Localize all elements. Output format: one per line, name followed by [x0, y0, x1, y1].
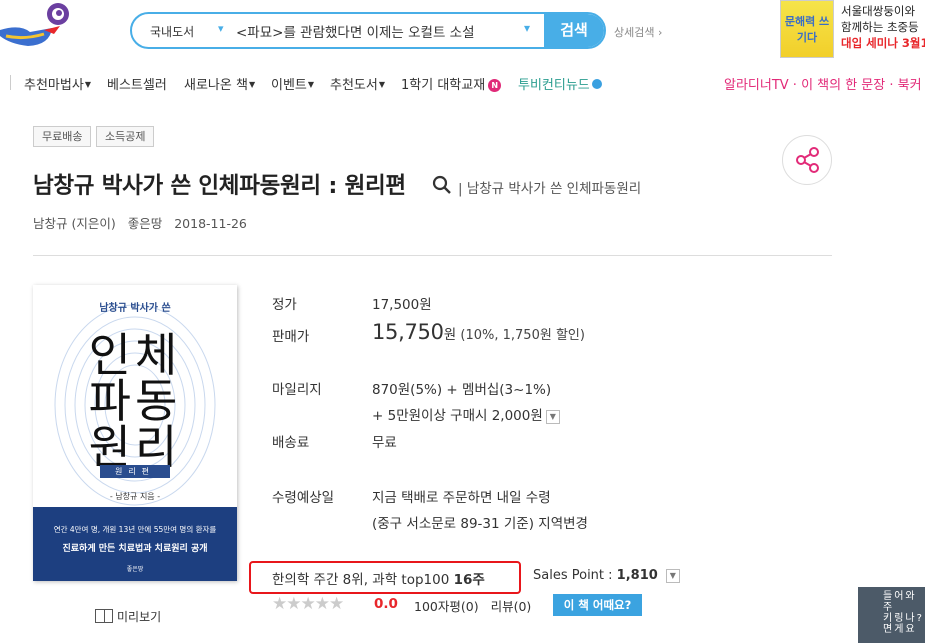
sale-price-label: 판매가 [272, 329, 310, 345]
nav-item-tobecontinued[interactable]: 투비컨티뉴드 [518, 74, 602, 93]
sales-point-expand-icon[interactable]: ▼ [665, 569, 680, 583]
cover-blurb1: 연간 4만여 명, 개원 13년 만에 55만여 명의 환자를 [53, 525, 217, 534]
delivery-label: 수령예상일 [272, 490, 335, 506]
divider [33, 255, 832, 256]
tag-free-shipping[interactable]: 무료배송 [33, 126, 92, 147]
cover-subtitle: 원리편 [100, 465, 170, 478]
ad-book-cover[interactable]: 문해력 쓰기다 [780, 0, 834, 58]
star-rating: ★★★★★ [272, 594, 344, 614]
search-icon[interactable] [432, 175, 452, 195]
mileage-label: 마일리지 [272, 382, 322, 398]
cover-author: - 남창규 지음 - [109, 492, 161, 501]
cover-bottom-band: 연간 4만여 명, 개원 13년 만에 55만여 명의 환자를 진료하게 만든 … [33, 507, 237, 581]
list-price-label: 정가 [272, 297, 297, 313]
byline: 남창규 (지은이) 좋은땅 2018-11-26 [33, 213, 255, 232]
rating-score: 0.0 [374, 596, 398, 612]
cover-blurb2: 진료하게 만든 치료법과 치료원리 공개 [62, 544, 208, 554]
tag-tax-deduction[interactable]: 소득공제 [96, 126, 155, 147]
rank-text[interactable]: 한의학 주간 8위, 과학 top100 16주 [272, 568, 485, 588]
page-title: 남창규 박사가 쓴 인체파동원리 : 원리편 [33, 173, 406, 199]
nav-divider [10, 75, 11, 90]
nav-item-bestseller[interactable]: 베스트셀러 [107, 74, 167, 93]
star-icon: ★ [314, 594, 330, 614]
author-link[interactable]: 남창규 (지은이) [33, 216, 116, 231]
preview-button[interactable]: 미리보기 [95, 608, 161, 625]
mileage-line1: 870원(5%) + 멤버십(3~1%) [372, 382, 552, 398]
delivery-line2[interactable]: (중구 서소문로 89-31 기준) 지역변경 [372, 512, 588, 532]
review-link[interactable]: 리뷰(0) [491, 599, 532, 614]
list-price: 17,500원 [372, 297, 432, 313]
mileage-expand-icon[interactable]: ▼ [545, 410, 560, 424]
search-input[interactable] [236, 18, 536, 43]
search-category-select[interactable]: 국내도서 [150, 23, 194, 40]
shipping-label: 배송료 [272, 435, 310, 451]
book-icon [95, 609, 113, 623]
mileage-line2: + 5만원이상 구매시 2,000원 ▼ [372, 404, 560, 424]
nav-item-recommended[interactable]: 추천도서▼ [330, 74, 385, 93]
star-icon: ★ [300, 594, 316, 614]
share-icon [796, 147, 819, 173]
sale-price: 15,750원 (10%, 1,750원 할인) [372, 320, 585, 344]
nav-right-links[interactable]: 알라디너TV · 이 책의 한 문장 · 북커 [724, 74, 922, 93]
series-link[interactable]: | 남창규 박사가 쓴 인체파동원리 [458, 177, 641, 197]
aladin-lamp-logo[interactable] [0, 0, 80, 58]
star-icon: ★ [286, 594, 301, 614]
nav-item-events[interactable]: 이벤트▼ [271, 74, 314, 93]
shipping-value: 무료 [372, 435, 397, 451]
new-badge: N [488, 79, 502, 92]
ad-banner-text[interactable]: 서울대쌍둥이와 함께하는 초중등 대입 세미나 3월1 [841, 3, 925, 51]
delivery-line1: 지금 택배로 주문하면 내일 수령 [372, 490, 551, 506]
star-icon: ★ [272, 594, 287, 614]
reviews: 100자평(0) 리뷰(0) [414, 596, 531, 615]
cover-top-text: 남창규 박사가 쓴 [99, 303, 171, 314]
share-button[interactable] [782, 135, 832, 185]
nav-item-recommend-wizard[interactable]: 추천마법사▼ [24, 74, 91, 93]
more-dot-icon [591, 79, 602, 89]
nav-item-new-books[interactable]: 새로나온 책▼ [184, 74, 255, 93]
publisher-link[interactable]: 좋은땅 [128, 216, 163, 231]
sales-point: Sales Point : 1,810 ▼ [533, 568, 680, 583]
cover-publisher: 좋은땅 [126, 566, 144, 573]
star-icon: ★ [329, 594, 344, 614]
short-review-link[interactable]: 100자평(0) [414, 599, 479, 614]
search-bar: 국내도서 ▾ ▾ 검색 [130, 12, 606, 49]
detail-search-link[interactable]: 상세검색 › [614, 24, 662, 40]
main-nav: 추천마법사▼ 베스트셀러 새로나온 책▼ 이벤트▼ 추천도서▼ 1학기 대학교재… [0, 70, 925, 98]
book-cover[interactable]: 남창규 박사가 쓴 인체 파동 원리 원리편 - 남창규 지음 - 연간 4만여… [33, 285, 237, 581]
nav-item-textbooks[interactable]: 1학기 대학교재 N [401, 74, 502, 93]
search-dropdown-icon[interactable]: ▾ [524, 21, 530, 35]
publish-date: 2018-11-26 [174, 216, 247, 231]
floating-help-widget[interactable]: 들어와주 키링나? 면게요 [858, 587, 925, 643]
search-button[interactable]: 검색 [544, 14, 604, 47]
ask-about-book-button[interactable]: 이 책 어때요? [553, 594, 642, 616]
chevron-down-icon[interactable]: ▾ [218, 22, 224, 35]
